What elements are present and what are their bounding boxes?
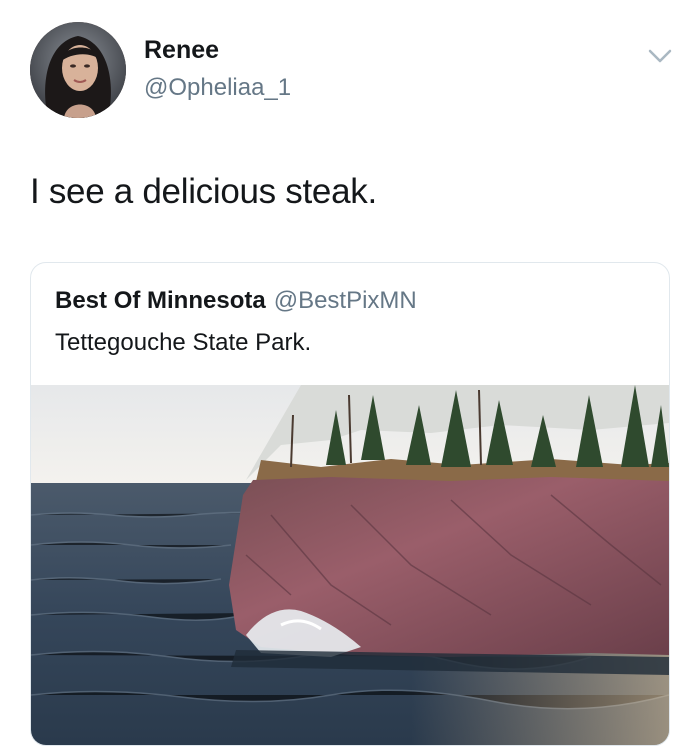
quoted-tweet-text: Tettegouche State Park. (55, 329, 312, 356)
chevron-down-icon[interactable] (646, 46, 674, 66)
author-display-name[interactable]: Renee (144, 36, 219, 65)
quoted-tweet-header: Best Of Minnesota @BestPixMN (55, 287, 417, 315)
quoted-handle: @BestPixMN (273, 287, 417, 314)
quoted-display-name: Best Of Minnesota (55, 287, 266, 314)
tweet: Renee @Opheliaa_1 I see a delicious stea… (0, 0, 700, 754)
avatar[interactable] (30, 22, 126, 118)
quoted-tweet-photo[interactable] (31, 385, 669, 745)
tweet-text: I see a delicious steak. (30, 172, 377, 211)
author-handle[interactable]: @Opheliaa_1 (144, 74, 291, 102)
quoted-tweet-card[interactable]: Best Of Minnesota @BestPixMN Tettegouche … (30, 262, 670, 746)
